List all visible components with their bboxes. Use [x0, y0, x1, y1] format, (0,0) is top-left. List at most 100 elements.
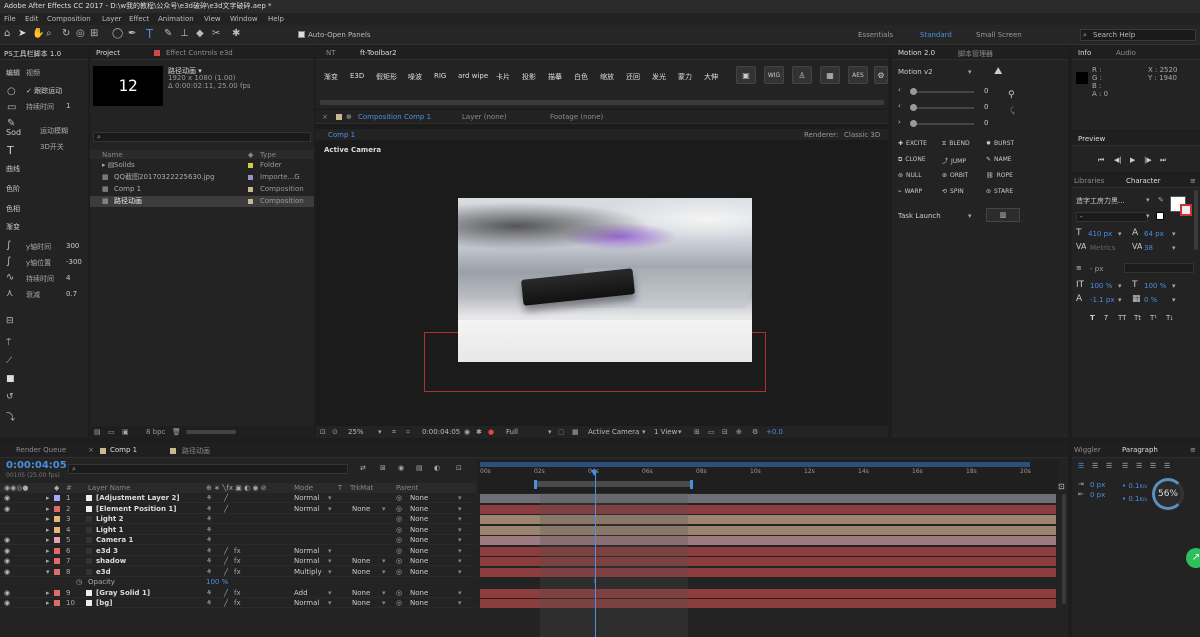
motion-version-dropdown[interactable]: Motion v2 [898, 68, 933, 76]
motion-blur-label[interactable]: 运动模糊 [40, 126, 68, 136]
section-gradient[interactable]: 渐变 [6, 222, 20, 232]
green-status-icon[interactable]: ↗ [1186, 548, 1200, 568]
pickwhip-icon[interactable]: ◎ [396, 556, 402, 566]
layer-name[interactable]: Light 1 [96, 525, 124, 535]
section-levels[interactable]: 色阶 [6, 184, 20, 194]
menu-effect[interactable]: Effect [129, 13, 149, 25]
search-help-field[interactable]: ⌕ Search Help [1080, 29, 1196, 41]
layer-mode-dropdown[interactable]: Normal [294, 504, 319, 514]
fast-preview-icon[interactable]: ▭ [708, 428, 715, 436]
menu-edit[interactable]: Edit [25, 13, 39, 25]
project-scrollbar[interactable] [186, 430, 236, 434]
ft-aes-button[interactable]: AES [848, 66, 868, 84]
work-start-marker[interactable] [534, 480, 537, 489]
superscript-button[interactable]: T¹ [1150, 314, 1157, 322]
ft-button[interactable]: 发光 [652, 72, 666, 82]
ft-button[interactable]: 白色 [574, 72, 588, 82]
layer-parent-dropdown[interactable]: None [410, 588, 428, 598]
pin-icon[interactable]: ⍑ [6, 338, 11, 348]
justify-all-icon[interactable]: ☰ [1164, 462, 1170, 470]
tab-script-manager[interactable]: 脚本管理器 [958, 49, 993, 59]
zoom-dropdown[interactable]: 25% [348, 428, 364, 436]
keyframe-icon[interactable]: ⊟ [6, 316, 14, 326]
layer-name[interactable]: Camera 1 [96, 535, 133, 545]
layer-name[interactable]: e3d 3 [96, 546, 118, 556]
layer-row[interactable]: ▸ 4 Light 1 ⚘ ◎ None ▾ [0, 525, 476, 535]
ft-button[interactable]: ard wipe [458, 72, 488, 80]
roto-tool-icon[interactable]: ✂ [212, 28, 220, 39]
eye-icon[interactable]: ◉ [4, 567, 10, 577]
fx-lock-icon[interactable]: ⊕ [346, 113, 352, 121]
project-item[interactable]: ▦ Comp 1 Composition [90, 184, 314, 195]
layer-trkmat-dropdown[interactable]: None [352, 598, 370, 608]
fx-switch-icon[interactable]: fx [234, 567, 241, 577]
motion-button-null[interactable]: ⊚ NULL [898, 172, 922, 179]
workspace-small-screen[interactable]: Small Screen [976, 31, 1022, 39]
project-item[interactable]: ▸ ▤ Solids Folder [90, 160, 314, 171]
ft-button[interactable]: 渐变 [324, 72, 338, 82]
ft-wig-button[interactable]: WIG [764, 66, 784, 84]
motion-button-excite[interactable]: ✚ EXCITE [898, 140, 927, 147]
tab-render-queue[interactable]: Render Queue [16, 446, 66, 454]
ft-button[interactable]: 投影 [522, 72, 536, 82]
renderer-value[interactable]: Classic 3D [844, 131, 880, 139]
prev-frame-icon[interactable]: ◀| [1114, 156, 1122, 164]
shy-icon[interactable]: ◉ [398, 464, 404, 472]
clone-tool-icon[interactable]: ⊥ [180, 28, 189, 39]
quality-switch-icon[interactable]: ╱ [224, 598, 228, 608]
project-item[interactable]: ▦ QQ截图20170322225630.jpg Importe...G [90, 172, 314, 183]
text-icon[interactable]: T [7, 144, 14, 157]
lock-icon[interactable]: × [322, 113, 328, 121]
tab-composition[interactable]: Composition Comp 1 [358, 113, 431, 121]
pickwhip-icon[interactable]: ◎ [396, 504, 402, 514]
menu-view[interactable]: View [204, 13, 221, 25]
layer-row[interactable]: ◉ ▸ 9 [Gray Solid 1] ⚘ ╱ fx Add ▾ None ▾ ◎ None ▾ [0, 588, 476, 598]
3d-switch-label[interactable]: 3D开关 [40, 142, 64, 152]
space-before-value[interactable]: 0 px [1090, 491, 1105, 499]
view-layout-dropdown[interactable]: 1 View [654, 428, 677, 436]
panel-menu-icon[interactable]: ≡ [1190, 177, 1196, 185]
exposure-value[interactable]: +0.0 [766, 428, 783, 436]
layer-parent-dropdown[interactable]: None [410, 567, 428, 577]
kerning-value[interactable]: Metrics [1090, 244, 1115, 252]
swap-colors-icon[interactable] [1156, 212, 1164, 220]
twirl-icon[interactable]: ▾ [46, 567, 50, 577]
stroke-width-value[interactable]: - px [1090, 265, 1103, 273]
tab-preview[interactable]: Preview [1078, 135, 1105, 143]
rotate-tool-icon[interactable]: ↻ [62, 28, 70, 39]
text-tool-icon[interactable]: T [146, 27, 153, 41]
font-family-dropdown[interactable]: 造字工房力黑... [1076, 196, 1125, 206]
snapshot-icon[interactable]: ◉ [464, 428, 470, 436]
new-folder-icon[interactable]: ▭ [108, 428, 115, 436]
workspace-essentials[interactable]: Essentials [858, 31, 893, 39]
shy-switch-icon[interactable]: ⚘ [206, 567, 212, 577]
auto-motion-checkbox[interactable]: ✓ 跟踪运动 [26, 86, 62, 96]
quality-switch-icon[interactable]: ╱ [224, 504, 228, 514]
puppet-tool-icon[interactable]: ✱ [232, 28, 240, 39]
eye-icon[interactable]: ◉ [4, 493, 10, 503]
ft-gear-icon[interactable]: ⚙ [874, 66, 888, 84]
layer-name[interactable]: [Element Position 1] [96, 504, 177, 514]
layer-mode-dropdown[interactable]: Normal [294, 556, 319, 566]
flowchart-icon[interactable]: ⊕ [736, 428, 742, 436]
mask-icon[interactable]: ⊙ [332, 428, 338, 436]
fx-switch-icon[interactable]: fx [234, 556, 241, 566]
av-switches-icon[interactable]: ◉◉◎● [4, 484, 28, 492]
fx-switch-icon[interactable]: fx [234, 598, 241, 608]
shy-switch-icon[interactable]: ⚘ [206, 535, 212, 545]
layer-trkmat-dropdown[interactable]: None [352, 504, 370, 514]
timeline-search[interactable]: ⌕ [68, 464, 348, 474]
s-curve-icon[interactable]: ∫ [6, 256, 11, 267]
ps-tab-video[interactable]: 视频 [26, 68, 40, 78]
layer-parent-dropdown[interactable]: None [410, 556, 428, 566]
motion-blur-icon[interactable]: ◐ [434, 464, 440, 472]
hscale-value[interactable]: 100 % [1144, 282, 1166, 290]
auto-open-checkbox[interactable] [298, 31, 305, 38]
tab-audio[interactable]: Audio [1116, 49, 1136, 57]
project-item[interactable]: ▦ 路径动画 Composition [90, 196, 314, 207]
work-end-marker[interactable] [690, 480, 693, 489]
camera-tool-icon[interactable]: ◎ [76, 28, 85, 39]
layer-row[interactable]: ◉ ▸ 2 [Element Position 1] ⚘ ╱ Normal ▾ None ▾ ◎ No… [0, 504, 476, 514]
pickwhip-icon[interactable]: ◎ [396, 535, 402, 545]
ft-calculator-icon[interactable]: ▦ [820, 66, 840, 84]
